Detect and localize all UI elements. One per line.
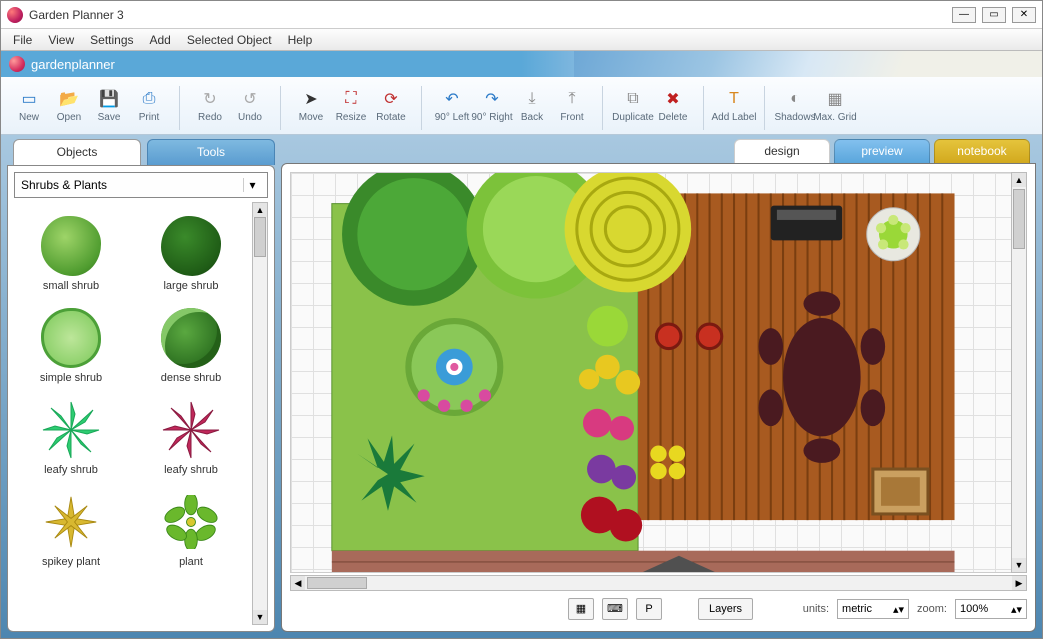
scroll-right-icon[interactable]: ▶ — [1012, 576, 1026, 590]
toolbar-shadows-button[interactable]: ◐Shadows — [775, 80, 815, 130]
toolbar-move-button[interactable]: ➤Move — [291, 80, 331, 130]
canvas-horizontal-scrollbar[interactable]: ◀ ▶ — [290, 575, 1027, 591]
resize-icon: ⛶ — [340, 88, 362, 110]
scroll-thumb[interactable] — [1013, 189, 1025, 249]
object-item-plant[interactable]: plant — [134, 478, 248, 568]
scroll-up-icon[interactable]: ▲ — [253, 203, 267, 217]
chevron-down-icon: ▾ — [243, 178, 261, 192]
units-label: units: — [803, 603, 829, 615]
brand-icon — [9, 56, 25, 72]
window-maximize-button[interactable]: ▭ — [982, 7, 1006, 23]
grid-icon: ▦ — [824, 88, 846, 110]
sidebar-tab-objects[interactable]: Objects — [13, 139, 141, 165]
object-item-simple-shrub[interactable]: simple shrub — [14, 294, 128, 384]
object-item-small-shrub[interactable]: small shrub — [14, 202, 128, 292]
toolbar-bring-front-button[interactable]: ⤒Front — [552, 80, 592, 130]
bring-front-icon: ⤒ — [561, 88, 583, 110]
shadows-icon: ◐ — [784, 88, 806, 110]
toolbar-rotate-left-button[interactable]: ↶90° Left — [432, 80, 472, 130]
scroll-down-icon[interactable]: ▼ — [253, 610, 267, 624]
toolbar-undo-button[interactable]: ↺Undo — [230, 80, 270, 130]
object-item-leafy-shrub-2[interactable]: leafy shrub — [134, 386, 248, 476]
menu-file[interactable]: File — [5, 31, 40, 49]
sidebar-scrollbar[interactable]: ▲ ▼ — [252, 202, 268, 625]
toolbar-resize-button[interactable]: ⛶Resize — [331, 80, 371, 130]
delete-icon: ✖ — [662, 88, 684, 110]
main-panel: design preview notebook — [281, 139, 1036, 632]
undo-icon: ↺ — [239, 88, 261, 110]
toolbar-rotate-right-button[interactable]: ↷90° Right — [472, 80, 512, 130]
toolbar-save-button[interactable]: 💾Save — [89, 80, 129, 130]
menubar: File View Settings Add Selected Object H… — [1, 29, 1042, 51]
toolbar-duplicate-button[interactable]: ⧉Duplicate — [613, 80, 653, 130]
rotate-left-icon: ↶ — [441, 88, 463, 110]
toolbar-add-label-button[interactable]: TAdd Label — [714, 80, 754, 130]
status-bar: ▦ ⌨ P Layers units: metric▴▾ zoom: 100%▴… — [290, 595, 1027, 623]
toolbar-max-grid-button[interactable]: ▦Max. Grid — [815, 80, 855, 130]
zoom-select[interactable]: 100%▴▾ — [955, 599, 1027, 619]
move-cursor-icon: ➤ — [300, 88, 322, 110]
menu-settings[interactable]: Settings — [82, 31, 141, 49]
units-select[interactable]: metric▴▾ — [837, 599, 909, 619]
print-icon: ⎙ — [138, 88, 160, 110]
tab-design[interactable]: design — [734, 139, 830, 163]
menu-view[interactable]: View — [40, 31, 82, 49]
tab-notebook[interactable]: notebook — [934, 139, 1030, 163]
titlebar: Garden Planner 3 — ▭ ✕ — [1, 1, 1042, 29]
text-label-icon: T — [723, 88, 745, 110]
menu-selected-object[interactable]: Selected Object — [179, 31, 280, 49]
objects-grid: small shrub large shrub simple shrub den… — [14, 202, 252, 625]
new-file-icon: ▭ — [18, 88, 40, 110]
window-minimize-button[interactable]: — — [952, 7, 976, 23]
toolbar: ▭New 📂Open 💾Save ⎙Print ↻Redo ↺Undo ➤Mov… — [1, 77, 1042, 135]
design-canvas[interactable] — [290, 172, 1027, 573]
layers-button[interactable]: Layers — [698, 598, 753, 620]
brand-text: gardenplanner — [31, 57, 115, 72]
scroll-thumb[interactable] — [254, 217, 266, 257]
send-back-icon: ⤓ — [521, 88, 543, 110]
object-item-large-shrub[interactable]: large shrub — [134, 202, 248, 292]
canvas-vertical-scrollbar[interactable]: ▲ ▼ — [1011, 172, 1027, 573]
toolbar-send-back-button[interactable]: ⤓Back — [512, 80, 552, 130]
menu-help[interactable]: Help — [280, 31, 321, 49]
tab-preview[interactable]: preview — [834, 139, 930, 163]
scroll-left-icon[interactable]: ◀ — [291, 576, 305, 590]
object-item-dense-shrub[interactable]: dense shrub — [134, 294, 248, 384]
scroll-up-icon[interactable]: ▲ — [1012, 173, 1026, 187]
chevron-updown-icon: ▴▾ — [893, 603, 904, 616]
sidebar-tab-tools[interactable]: Tools — [147, 139, 275, 165]
toolbar-redo-button[interactable]: ↻Redo — [190, 80, 230, 130]
object-item-spikey-plant[interactable]: spikey plant — [14, 478, 128, 568]
zoom-label: zoom: — [917, 603, 947, 615]
app-icon — [7, 7, 23, 23]
properties-button[interactable]: P — [636, 598, 662, 620]
toolbar-open-button[interactable]: 📂Open — [49, 80, 89, 130]
menu-add[interactable]: Add — [142, 31, 179, 49]
rotate-right-icon: ↷ — [481, 88, 503, 110]
save-icon: 💾 — [98, 88, 120, 110]
window-close-button[interactable]: ✕ — [1012, 7, 1036, 23]
category-value: Shrubs & Plants — [21, 178, 107, 192]
toolbar-rotate-button[interactable]: ⟳Rotate — [371, 80, 411, 130]
garden-plan-artwork — [291, 173, 1026, 573]
toolbar-new-button[interactable]: ▭New — [9, 80, 49, 130]
scroll-thumb[interactable] — [307, 577, 367, 589]
toolbar-print-button[interactable]: ⎙Print — [129, 80, 169, 130]
window-title: Garden Planner 3 — [29, 8, 952, 22]
duplicate-icon: ⧉ — [622, 88, 644, 110]
grid-toggle-button[interactable]: ▦ — [568, 598, 594, 620]
toolbar-delete-button[interactable]: ✖Delete — [653, 80, 693, 130]
redo-icon: ↻ — [199, 88, 221, 110]
ruler-toggle-button[interactable]: ⌨ — [602, 598, 628, 620]
category-dropdown[interactable]: Shrubs & Plants ▾ — [14, 172, 268, 198]
open-folder-icon: 📂 — [58, 88, 80, 110]
object-item-leafy-shrub-1[interactable]: leafy shrub — [14, 386, 128, 476]
scroll-down-icon[interactable]: ▼ — [1012, 558, 1026, 572]
rotate-icon: ⟳ — [380, 88, 402, 110]
chevron-updown-icon: ▴▾ — [1011, 603, 1022, 616]
brand-banner: gardenplanner — [1, 51, 1042, 77]
sidebar: Objects Tools Shrubs & Plants ▾ small sh… — [7, 139, 275, 632]
